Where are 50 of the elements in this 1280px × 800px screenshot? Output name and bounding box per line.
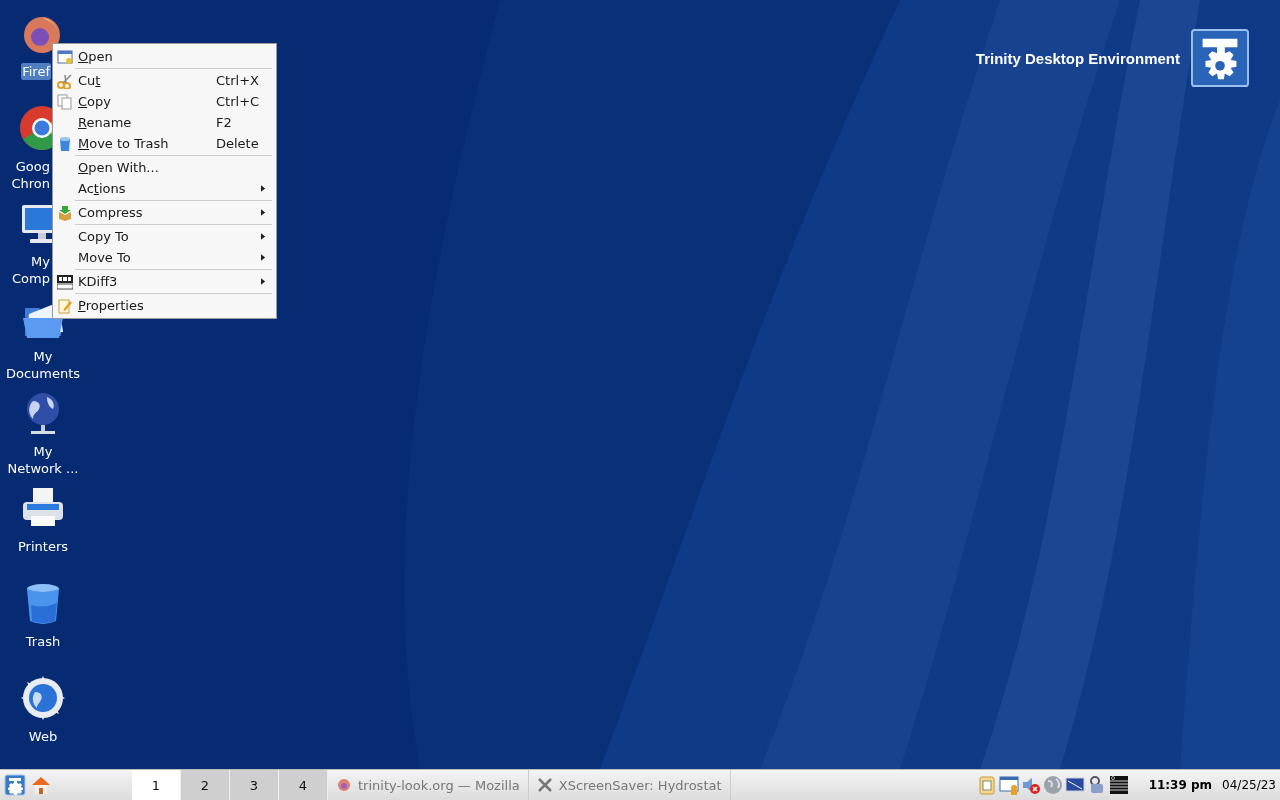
shortcut-label: Ctrl+C [216,94,261,109]
desktop-icon-label[interactable]: Goog Chron [10,158,51,192]
shortcut-label: F2 [216,115,233,130]
shortcut-label: Ctrl+X [216,73,260,88]
menu-item[interactable]: Actions [53,178,276,199]
gear-globe-icon[interactable] [19,674,67,722]
window-icon [57,48,73,65]
menu-item[interactable]: Move to Trash Delete [53,133,276,154]
box-icon [57,204,73,221]
menu-item[interactable]: Cut Ctrl+X [53,70,276,91]
menu-item[interactable]: Compress [53,202,276,223]
menu-item[interactable]: Properties [53,295,276,316]
gear-logo-icon [1190,29,1250,87]
menu-item[interactable]: KDiff3 [53,271,276,292]
task-button[interactable]: trinity-look.org — Mozilla [328,770,529,800]
desktop-icon-label[interactable]: Trash [23,633,63,650]
muted-speaker-icon[interactable] [1020,775,1041,795]
menu-item[interactable]: Open [53,46,276,67]
clock-time: 11:39 pm [1148,778,1213,792]
task-button[interactable]: XScreenSaver: Hydrostat [528,770,731,800]
bin-icon [57,135,73,152]
gear-menu-icon[interactable] [4,774,26,796]
cross-icon [536,777,553,793]
striped-panel-icon[interactable] [1108,775,1129,795]
menu-item[interactable]: Copy To [53,226,276,247]
menu-item[interactable]: Open With... [53,157,276,178]
scissors-icon [57,72,73,89]
monitor-chart-icon[interactable] [1064,775,1085,795]
house-icon[interactable] [30,774,52,796]
desktop-pager-button[interactable]: 3 [230,770,279,800]
clipboard-icon[interactable] [976,775,997,795]
desktop-icon-label[interactable]: My Documents [3,348,83,382]
wallpaper-caption: Trinity Desktop Environment [975,49,1180,67]
menu-item[interactable]: Move To [53,247,276,268]
diff-grid-icon [57,273,73,290]
shortcut-label: Delete [216,136,260,151]
desktop-icon-label[interactable]: My Comp [11,253,51,287]
desktop-pager-button[interactable]: 2 [181,770,230,800]
menu-item[interactable]: Copy Ctrl+C [53,91,276,112]
desktop-icon-label[interactable]: Firef [21,63,51,80]
window-person-icon[interactable] [998,775,1019,795]
desktop-icon-label[interactable]: Printers [16,538,70,555]
pencil-page-icon [57,297,73,314]
desktop-icon-label[interactable]: My Network ... [5,443,81,477]
pages-icon [57,93,73,110]
desktop-icon-label[interactable]: Web [26,728,60,745]
desktop-pager-button[interactable]: 4 [279,770,328,800]
desktop-pager-button[interactable]: 1 [132,770,181,800]
clock-date: 04/25/23 [1222,778,1276,792]
menu-item[interactable]: Rename F2 [53,112,276,133]
